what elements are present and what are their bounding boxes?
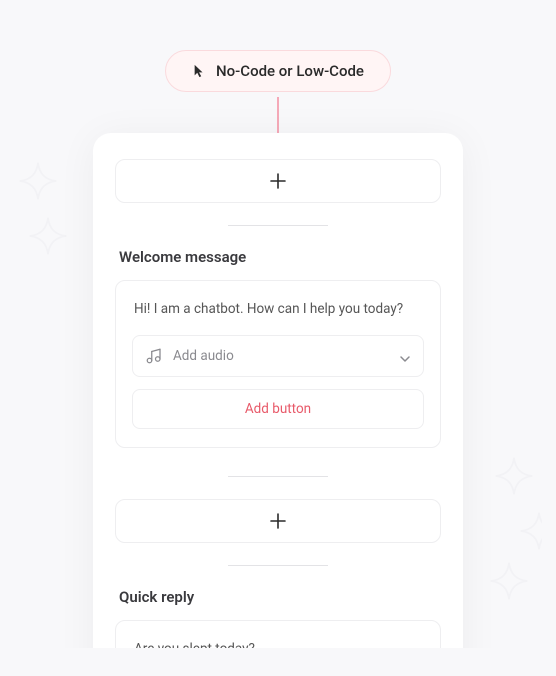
divider: [228, 225, 328, 226]
welcome-section-title: Welcome message: [115, 248, 441, 266]
quick-reply-section-title: Quick reply: [115, 588, 441, 606]
decoration-sparkles-right: [482, 454, 542, 614]
add-block-button-middle[interactable]: [115, 499, 441, 543]
welcome-message-text: Hi! I am a chatbot. How can I help you t…: [132, 301, 424, 319]
chevron-down-icon: [399, 350, 411, 362]
quick-reply-card: Are you slept today?: [115, 620, 441, 648]
builder-panel: Welcome message Hi! I am a chatbot. How …: [93, 133, 463, 648]
cursor-icon: [192, 64, 206, 78]
decoration-sparkles-left: [14, 159, 76, 299]
music-icon: [145, 347, 163, 365]
add-block-button-top[interactable]: [115, 159, 441, 203]
welcome-message-card: Hi! I am a chatbot. How can I help you t…: [115, 280, 441, 448]
builder-canvas: No-Code or Low-Code Welcome message Hi! …: [14, 14, 542, 648]
divider: [228, 476, 328, 477]
add-audio-dropdown[interactable]: Add audio: [132, 335, 424, 377]
mode-pill-label: No-Code or Low-Code: [216, 62, 364, 80]
plus-icon: [269, 512, 287, 530]
plus-icon: [269, 172, 287, 190]
add-audio-label: Add audio: [173, 348, 389, 364]
add-button-action[interactable]: Add button: [132, 389, 424, 429]
divider: [228, 565, 328, 566]
quick-reply-text: Are you slept today?: [132, 641, 424, 648]
connector-line: [277, 97, 279, 133]
mode-pill-button[interactable]: No-Code or Low-Code: [165, 50, 391, 92]
